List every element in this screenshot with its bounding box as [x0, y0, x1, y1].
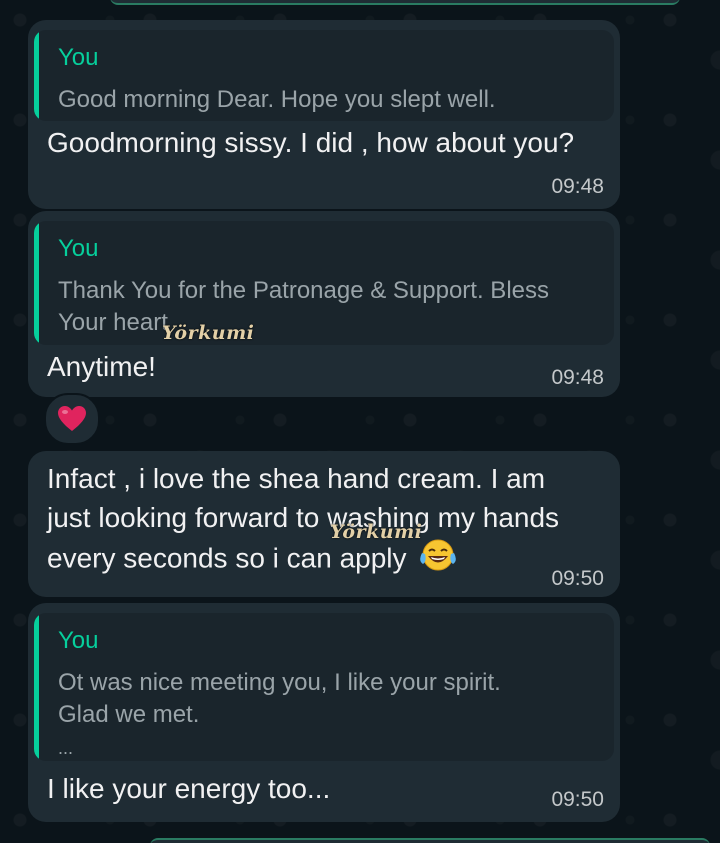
quoted-message[interactable]: You Ot was nice meeting you, I like your… — [34, 613, 614, 761]
quoted-message[interactable]: You Good morning Dear. Hope you slept we… — [34, 30, 614, 121]
quote-ellipsis: ... — [58, 738, 74, 758]
message-text: I like your energy too... — [47, 773, 331, 804]
quote-text-line: Thank You for the Patronage & Support. B… — [58, 277, 549, 304]
quote-author: You — [58, 235, 99, 262]
message-time: 09:48 — [551, 175, 604, 198]
message-bubble[interactable]: You Good morning Dear. Hope you slept we… — [28, 20, 620, 209]
chat-view: You Good morning Dear. Hope you slept we… — [0, 0, 720, 843]
previous-message-edge — [110, 0, 680, 5]
message-text-line: just looking forward to washing my hands — [47, 502, 560, 533]
message-bubble[interactable]: You Thank You for the Patronage & Suppor… — [28, 211, 620, 397]
quote-text-line: Glad we met. — [58, 701, 200, 728]
watermark-text: Yörkumi — [162, 322, 255, 344]
quote-text-line: Ot was nice meeting you, I like your spi… — [58, 669, 501, 696]
reaction-badge[interactable] — [44, 393, 100, 445]
message-time: 09:50 — [551, 567, 604, 590]
tears-of-joy-icon — [418, 537, 458, 583]
message-bubble[interactable]: You Ot was nice meeting you, I like your… — [28, 603, 620, 822]
quote-text-line: Your heart — [58, 309, 168, 336]
message-text: Anytime! — [47, 351, 156, 382]
watermark-text: Yörkumi — [330, 521, 423, 543]
quote-author: You — [58, 44, 99, 71]
quote-text: Good morning Dear. Hope you slept well. — [58, 86, 496, 113]
message-time: 09:50 — [551, 788, 604, 811]
message-text: Goodmorning sissy. I did , how about you… — [47, 127, 575, 158]
red-heart-icon — [58, 406, 86, 431]
message-text-line: Infact , i love the shea hand cream. I a… — [47, 463, 546, 494]
watermark-logo: Yörkumi — [330, 521, 422, 543]
next-message-edge — [150, 838, 710, 843]
watermark-logo: Yörkumi — [162, 322, 254, 344]
message-bubble[interactable]: Infact , i love the shea hand cream. I a… — [28, 451, 620, 597]
quote-author: You — [58, 627, 99, 654]
message-time: 09:48 — [551, 366, 604, 389]
message-text-line: every seconds so i can apply — [47, 537, 458, 583]
quoted-message[interactable]: You Thank You for the Patronage & Suppor… — [34, 221, 614, 345]
message-text-fragment: every seconds so i can apply — [47, 542, 407, 574]
